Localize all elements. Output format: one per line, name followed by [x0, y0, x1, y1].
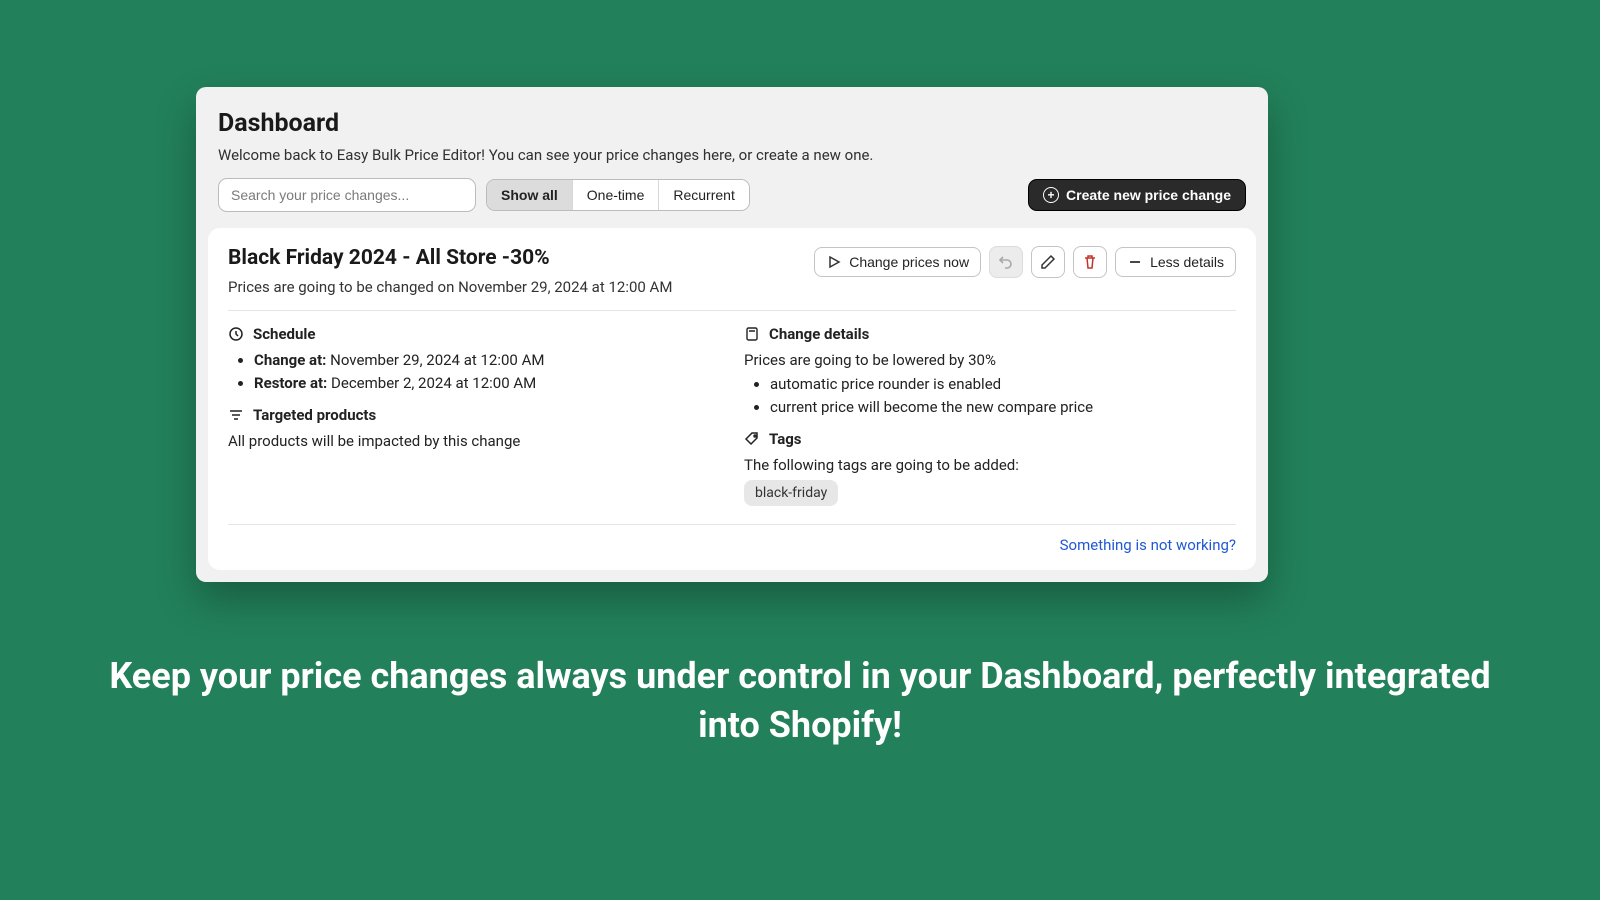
filter-lines-icon	[228, 407, 244, 423]
change-now-label: Change prices now	[849, 254, 969, 270]
change-detail-item: current price will become the new compar…	[770, 398, 1236, 416]
marketing-caption: Keep your price changes always under con…	[0, 652, 1600, 749]
change-details-intro: Prices are going to be lowered by 30%	[744, 351, 1236, 369]
delete-button[interactable]	[1073, 246, 1107, 278]
pencil-icon	[1040, 254, 1056, 270]
card-actions: Change prices now Less details	[814, 246, 1236, 278]
calculator-icon	[744, 326, 760, 342]
change-prices-now-button[interactable]: Change prices now	[814, 247, 981, 277]
tags-heading-label: Tags	[769, 430, 802, 448]
less-details-label: Less details	[1150, 254, 1224, 270]
create-button-label: Create new price change	[1066, 187, 1231, 203]
price-change-card: Black Friday 2024 - All Store -30% Price…	[208, 228, 1256, 570]
schedule-list: Change at: November 29, 2024 at 12:00 AM…	[228, 351, 720, 392]
schedule-restore-row: Restore at: December 2, 2024 at 12:00 AM	[254, 374, 720, 392]
filter-one-time[interactable]: One-time	[573, 180, 660, 210]
tags-intro: The following tags are going to be added…	[744, 456, 1236, 474]
trash-icon	[1082, 254, 1098, 270]
tag-pill: black-friday	[744, 480, 838, 506]
filter-recurrent[interactable]: Recurrent	[659, 180, 748, 210]
schedule-heading: Schedule	[228, 325, 720, 343]
targeted-text: All products will be impacted by this ch…	[228, 432, 720, 450]
right-column: Change details Prices are going to be lo…	[744, 325, 1236, 506]
help-link[interactable]: Something is not working?	[1060, 536, 1236, 554]
tag-icon	[744, 431, 760, 447]
card-subtitle: Prices are going to be changed on Novemb…	[228, 278, 814, 296]
filter-segmented-control: Show all One-time Recurrent	[486, 179, 750, 211]
change-details-heading: Change details	[744, 325, 1236, 343]
minus-icon	[1127, 254, 1143, 270]
edit-button[interactable]	[1031, 246, 1065, 278]
change-at-label: Change at:	[254, 351, 326, 369]
play-icon	[826, 254, 842, 270]
schedule-heading-label: Schedule	[253, 325, 315, 343]
app-window: Dashboard Welcome back to Easy Bulk Pric…	[196, 87, 1268, 582]
page-title: Dashboard	[218, 109, 1246, 138]
toolbar: Show all One-time Recurrent + Create new…	[196, 178, 1268, 228]
restore-at-label: Restore at:	[254, 374, 327, 392]
restore-at-value: December 2, 2024 at 12:00 AM	[331, 374, 536, 392]
plus-circle-icon: +	[1043, 187, 1059, 203]
schedule-change-row: Change at: November 29, 2024 at 12:00 AM	[254, 351, 720, 369]
undo-icon	[998, 254, 1014, 270]
create-new-price-change-button[interactable]: + Create new price change	[1028, 179, 1246, 211]
search-input[interactable]	[218, 178, 476, 212]
card-header: Black Friday 2024 - All Store -30% Price…	[208, 228, 1256, 310]
page-subtitle: Welcome back to Easy Bulk Price Editor! …	[218, 146, 1246, 164]
change-at-value: November 29, 2024 at 12:00 AM	[330, 351, 544, 369]
targeted-heading: Targeted products	[228, 406, 720, 424]
targeted-heading-label: Targeted products	[253, 406, 376, 424]
header: Dashboard Welcome back to Easy Bulk Pric…	[196, 87, 1268, 178]
filter-show-all[interactable]: Show all	[487, 180, 573, 210]
change-details-list: automatic price rounder is enabled curre…	[744, 375, 1236, 416]
change-details-heading-label: Change details	[769, 325, 869, 343]
card-body: Schedule Change at: November 29, 2024 at…	[208, 311, 1256, 524]
less-details-button[interactable]: Less details	[1115, 247, 1236, 277]
left-column: Schedule Change at: November 29, 2024 at…	[228, 325, 720, 506]
card-footer: Something is not working?	[208, 525, 1256, 570]
tags-heading: Tags	[744, 430, 1236, 448]
undo-button	[989, 246, 1023, 278]
card-title: Black Friday 2024 - All Store -30%	[228, 246, 814, 270]
change-detail-item: automatic price rounder is enabled	[770, 375, 1236, 393]
clock-icon	[228, 326, 244, 342]
